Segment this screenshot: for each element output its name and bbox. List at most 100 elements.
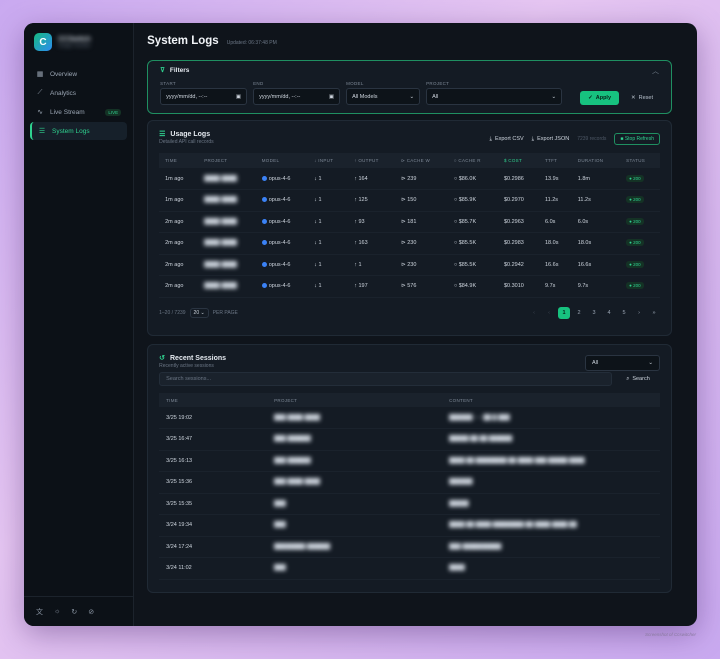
project-cell: ████ ████ bbox=[198, 211, 256, 233]
model-select[interactable]: All Models ⌄ bbox=[346, 88, 421, 105]
page-button[interactable]: 4 bbox=[603, 307, 615, 319]
table-row[interactable]: 3/24 11:02 ███ ████ bbox=[159, 557, 660, 580]
column-header[interactable]: TIME bbox=[159, 153, 199, 168]
apply-button[interactable]: ✓ Apply bbox=[580, 91, 620, 105]
sidebar-item-label: Live Stream bbox=[50, 108, 85, 116]
table-row[interactable]: 3/25 15:36 ███ ████ ████ ██████ bbox=[159, 471, 660, 494]
column-header[interactable]: TIME bbox=[159, 393, 268, 407]
column-header[interactable]: PROJECT bbox=[198, 153, 256, 168]
time-cell: 3/25 16:13 bbox=[159, 450, 268, 472]
page-button[interactable]: ‹ bbox=[543, 307, 555, 319]
column-header[interactable]: ○ CACHE R bbox=[447, 153, 498, 168]
page-button[interactable]: 3 bbox=[588, 307, 600, 319]
cache-read-cell: ○ $85.5K bbox=[447, 232, 498, 255]
ttft-cell: 18.0s bbox=[539, 232, 572, 255]
calendar-icon: ▣ bbox=[235, 93, 242, 100]
table-row[interactable]: 3/25 19:02 ███ ████ ████ ██████ ── ██ █ ██… bbox=[159, 407, 660, 429]
output-cell: ↑ 1 bbox=[348, 254, 396, 276]
table-row[interactable]: 3/25 15:35 ███ █████ bbox=[159, 493, 660, 515]
column-header[interactable]: TTFT bbox=[539, 153, 572, 168]
time-cell: 1m ago bbox=[159, 168, 199, 190]
project-select[interactable]: All ⌄ bbox=[426, 88, 563, 105]
app-logo-icon: C bbox=[34, 33, 52, 51]
page-header: System Logs Updated: 06:37:48 PM bbox=[147, 35, 672, 57]
chevron-down-icon: ⌄ bbox=[648, 360, 653, 366]
project-cell: ████ ████ bbox=[198, 168, 256, 190]
sidebar-item-live-stream[interactable]: ∿ Live Stream LIVE bbox=[30, 103, 127, 121]
content-cell: ██████ bbox=[442, 471, 660, 494]
export-json-button[interactable]: ⤓ Export JSON bbox=[532, 136, 570, 143]
ttft-cell: 11.2s bbox=[539, 189, 572, 212]
page-button[interactable]: › bbox=[633, 307, 645, 319]
sidebar-item-overview[interactable]: ▦ Overview bbox=[30, 65, 127, 83]
column-header[interactable]: $ COST bbox=[497, 153, 539, 168]
cache-read-cell: ○ $85.5K bbox=[447, 254, 498, 276]
table-row[interactable]: 3/25 16:13 ███ ██████ ████ ██ ████████ ██ … bbox=[159, 450, 660, 472]
table-row[interactable]: 3/24 17:24 ████████ ██████ ███ ██████████ bbox=[159, 536, 660, 558]
filters-title: Filters bbox=[169, 66, 190, 74]
page-button[interactable]: » bbox=[648, 307, 660, 319]
model-cell: opus-4-6 bbox=[255, 275, 309, 298]
filter-icon: ⊽ bbox=[160, 67, 165, 74]
end-date-input[interactable]: yyyy/mm/dd, --:-- ▣ bbox=[253, 88, 341, 105]
page-button[interactable]: 5 bbox=[618, 307, 630, 319]
reset-button[interactable]: ✕ Reset bbox=[625, 91, 659, 105]
page-button[interactable]: ‹ bbox=[528, 307, 540, 319]
translate-icon[interactable]: 文 bbox=[36, 607, 43, 617]
column-header[interactable]: CONTENT bbox=[442, 393, 660, 407]
page-title: System Logs bbox=[147, 35, 219, 47]
project-cell: ████ ████ bbox=[198, 189, 256, 212]
table-row[interactable]: 2m ago ████ ████ opus-4-6 ↓ 1 ↑ 93 ⊳ 181 ○ $85… bbox=[159, 211, 660, 233]
ttft-cell: 9.7s bbox=[539, 275, 572, 298]
sun-icon[interactable]: ☼ bbox=[54, 608, 60, 615]
column-header[interactable]: DURATION bbox=[571, 153, 621, 168]
sidebar-item-system-logs[interactable]: ☰ System Logs bbox=[30, 122, 128, 140]
cost-cell: $0.2986 bbox=[497, 168, 539, 190]
table-row[interactable]: 2m ago ████ ████ opus-4-6 ↓ 1 ↑ 163 ⊳ 230 ○ $8… bbox=[159, 232, 660, 255]
refresh-icon[interactable]: ↻ bbox=[71, 608, 77, 616]
column-header[interactable]: PROJECT bbox=[267, 393, 443, 407]
column-header[interactable]: ⊳ CACHE W bbox=[395, 153, 448, 168]
time-cell: 3/25 16:47 bbox=[159, 428, 268, 451]
usage-logs-table: TIME PROJECT MODEL ↓ INPUT ↑ OUTPUT ⊳ CACHE W… bbox=[159, 153, 660, 298]
eye-off-icon[interactable]: ⊘ bbox=[88, 608, 94, 616]
history-icon: ↺ bbox=[159, 355, 165, 362]
table-row[interactable]: 2m ago ████ ████ opus-4-6 ↓ 1 ↑ 197 ⊳ 576 ○ $8… bbox=[159, 275, 660, 298]
table-row[interactable]: 1m ago ████ ████ opus-4-6 ↓ 1 ↑ 125 ⊳ 150 ○ $8… bbox=[159, 189, 660, 212]
per-page-select[interactable]: 20 ⌄ bbox=[189, 307, 209, 318]
column-header[interactable]: STATUS bbox=[620, 153, 660, 168]
table-row[interactable]: 3/24 19:34 ███ ████ ██ ████ ████████ ██ ██… bbox=[159, 514, 660, 537]
content-cell: █████ bbox=[442, 493, 660, 515]
export-csv-button[interactable]: ⤓ Export CSV bbox=[490, 136, 524, 143]
per-page-label: PER PAGE bbox=[212, 309, 238, 316]
column-header[interactable]: ↑ OUTPUT bbox=[348, 153, 396, 168]
cache-write-cell: ⊳ 150 bbox=[395, 189, 448, 212]
time-cell: 3/25 15:35 bbox=[159, 493, 268, 515]
page-button[interactable]: 1 bbox=[558, 306, 570, 319]
session-search-input[interactable]: Search sessions... bbox=[159, 372, 612, 386]
cache-read-cell: ○ $84.9K bbox=[447, 275, 498, 298]
table-row[interactable]: 2m ago ████ ████ opus-4-6 ↓ 1 ↑ 1 ⊳ 230 ○ $85.… bbox=[159, 254, 660, 276]
model-dot-icon bbox=[261, 283, 267, 289]
sidebar-item-analytics[interactable]: ⟋ Analytics bbox=[30, 84, 127, 102]
records-count: 7239 records bbox=[577, 136, 607, 142]
stop-refresh-button[interactable]: ■ Stop Refresh bbox=[614, 133, 660, 145]
search-button[interactable]: ⌕ Search bbox=[616, 372, 660, 386]
download-icon: ⤓ bbox=[489, 135, 492, 142]
sessions-filter-select[interactable]: All ⌄ bbox=[585, 355, 660, 371]
time-cell: 1m ago bbox=[159, 189, 199, 212]
page-button[interactable]: 2 bbox=[573, 307, 585, 319]
project-cell: ███ bbox=[267, 514, 443, 537]
grid-icon: ▦ bbox=[36, 71, 44, 78]
column-header[interactable]: MODEL bbox=[255, 153, 309, 168]
column-header[interactable]: ↓ INPUT bbox=[308, 153, 349, 168]
table-row[interactable]: 3/25 16:47 ███ ██████ █████ ██ ██ ██████ bbox=[159, 428, 660, 451]
status-badge: ● 200 bbox=[626, 217, 644, 225]
status-cell: ● 200 bbox=[620, 168, 660, 190]
chevron-up-icon[interactable]: ︿ bbox=[652, 66, 659, 76]
project-cell: ███ bbox=[267, 557, 443, 580]
main-content: System Logs Updated: 06:37:48 PM ⊽ Filte… bbox=[134, 23, 697, 626]
start-date-input[interactable]: yyyy/mm/dd, --:-- ▣ bbox=[160, 88, 248, 105]
sidebar-item-label: System Logs bbox=[52, 127, 90, 135]
table-row[interactable]: 1m ago ████ ████ opus-4-6 ↓ 1 ↑ 164 ⊳ 239 ○ $8… bbox=[159, 168, 660, 190]
